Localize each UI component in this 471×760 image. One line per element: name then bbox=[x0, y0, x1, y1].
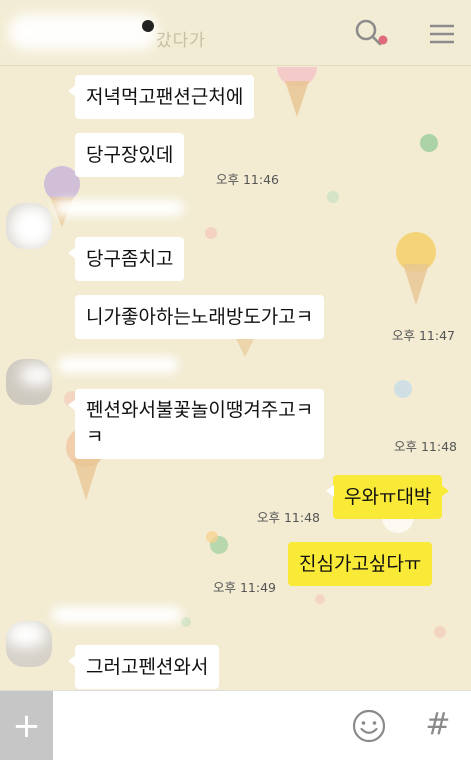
message-text: 당구좀치고 bbox=[86, 248, 174, 270]
message-text: 저녁먹고팬션근처에 bbox=[86, 86, 244, 108]
message-bubble-received[interactable]: 당구좀치고 bbox=[67, 237, 185, 281]
message-bubble-received[interactable]: 니가좋아하는노래방도가고ㅋ bbox=[75, 295, 325, 339]
redacted-chat-title bbox=[8, 14, 158, 50]
message-bubble-received[interactable]: 펜션와서불꽃놀이땡겨주고ㅋ ㅋ bbox=[67, 389, 325, 459]
message-text: 그러고펜션와서 bbox=[86, 656, 209, 678]
hashtag-search-button[interactable]: # bbox=[420, 705, 456, 745]
message-bubble-received[interactable]: 당구장있데 bbox=[75, 133, 185, 177]
ice-cream-wallpaper bbox=[44, 67, 446, 638]
hamburger-menu-icon bbox=[430, 24, 454, 44]
menu-button[interactable] bbox=[424, 16, 460, 52]
message-bubble-sent[interactable]: 우와ㅠ대박 bbox=[325, 475, 450, 519]
message-timestamp: 오후 11:47 bbox=[392, 328, 455, 343]
message-timestamp: 오후 11:48 bbox=[394, 439, 457, 454]
avatar-redaction bbox=[20, 365, 52, 385]
avatar[interactable] bbox=[6, 621, 52, 667]
redacted-sender-name bbox=[52, 607, 182, 623]
redacted-sender-name bbox=[58, 357, 178, 373]
message-bubble-sent[interactable]: 진심가고싶다ㅠ bbox=[288, 542, 433, 586]
message-bubble-received[interactable]: 저녁먹고팬션근처에 bbox=[67, 75, 255, 119]
message-timestamp: 오후 11:49 bbox=[213, 580, 276, 595]
message-text: 당구장있데 bbox=[86, 144, 174, 166]
smiley-icon bbox=[352, 709, 386, 743]
search-button[interactable] bbox=[352, 16, 388, 52]
chat-header: 갔다가 bbox=[0, 0, 471, 66]
message-timestamp: 오후 11:46 bbox=[216, 172, 279, 187]
message-text: 펜션와서불꽃놀이땡겨주고ㅋ bbox=[86, 399, 314, 421]
emoticon-button[interactable] bbox=[351, 708, 387, 744]
avatar-redaction bbox=[6, 621, 46, 647]
message-text: 니가좋아하는노래방도가고ㅋ bbox=[86, 306, 314, 328]
avatar[interactable] bbox=[6, 203, 52, 249]
redacted-sender-name bbox=[54, 200, 184, 216]
chat-title-partial: 갔다가 bbox=[156, 31, 206, 51]
avatar-redaction bbox=[10, 205, 52, 249]
chat-message-list[interactable]: 저녁먹고팬션근처에 당구장있데 오후 11:46 당구좀치고 니가좋아하는노래방… bbox=[0, 67, 471, 690]
search-icon bbox=[355, 19, 388, 46]
message-text: 우와ㅠ대박 bbox=[344, 486, 432, 508]
message-bubble-received[interactable]: 그러고펜션와서 bbox=[67, 645, 220, 689]
attach-plus-button[interactable]: + bbox=[0, 691, 53, 760]
message-timestamp: 오후 11:48 bbox=[257, 510, 320, 525]
avatar[interactable] bbox=[6, 359, 52, 405]
message-input[interactable] bbox=[60, 701, 335, 751]
message-text: 진심가고싶다ㅠ bbox=[299, 553, 422, 575]
message-text-continued: ㅋ bbox=[86, 426, 104, 448]
message-input-bar: + # bbox=[0, 690, 471, 760]
